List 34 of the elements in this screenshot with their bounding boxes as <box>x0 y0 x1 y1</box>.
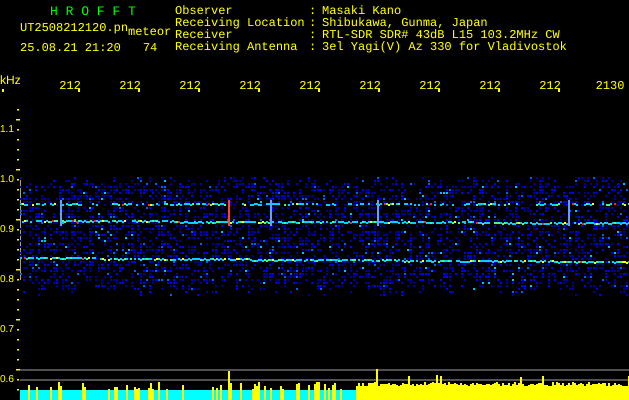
x-axis-label: 212 <box>539 80 561 92</box>
y-axis-label: 0.7 <box>0 325 14 335</box>
x-axis-label: 212 <box>239 80 261 92</box>
x-axis-label: 212 <box>119 80 141 92</box>
info-separator: : <box>309 5 318 17</box>
x-axis-label: 212 <box>299 80 321 92</box>
info-value: Shibukawa, Gunma, Japan <box>322 17 488 29</box>
y-axis-label: 0.8 <box>0 275 14 285</box>
x-axis-label: 212 <box>359 80 381 92</box>
y-axis-label: 0.9 <box>0 225 14 235</box>
app-title: H R O F F T <box>50 5 137 19</box>
file-name: UT2508212120.pn <box>20 22 128 34</box>
info-label: Receiver <box>175 29 233 41</box>
y-axis-label: 1.1 <box>0 125 14 135</box>
x-axis-label: 212 <box>179 80 201 92</box>
info-value: RTL-SDR SDR# 43dB L15 103.2MHz CW <box>322 29 560 41</box>
info-separator: : <box>309 29 318 41</box>
info-value: 3el Yagi(V) Az 330 for Vladivostok <box>322 41 567 53</box>
x-axis-label: 212 <box>419 80 441 92</box>
info-label: Receiving Antenna <box>175 41 298 53</box>
detection-tag: meteor <box>128 26 172 38</box>
x-axis-label: 212 <box>59 80 81 92</box>
x-axis-label: 212 <box>479 80 501 92</box>
axis-unit-label: kHz <box>0 74 21 86</box>
info-label: Observer <box>175 5 233 17</box>
info-value: Masaki Kano <box>322 5 402 17</box>
x-axis-label: 2130 <box>596 80 624 92</box>
date-time: 25.08.21 21:20 <box>20 42 121 54</box>
count-value: 74 <box>142 42 158 54</box>
y-axis-label: 1.0 <box>0 175 14 185</box>
info-separator: : <box>309 17 318 29</box>
y-axis-label: 0.6 <box>0 375 14 385</box>
info-separator: : <box>309 41 318 53</box>
info-label: Receiving Location <box>175 17 306 29</box>
